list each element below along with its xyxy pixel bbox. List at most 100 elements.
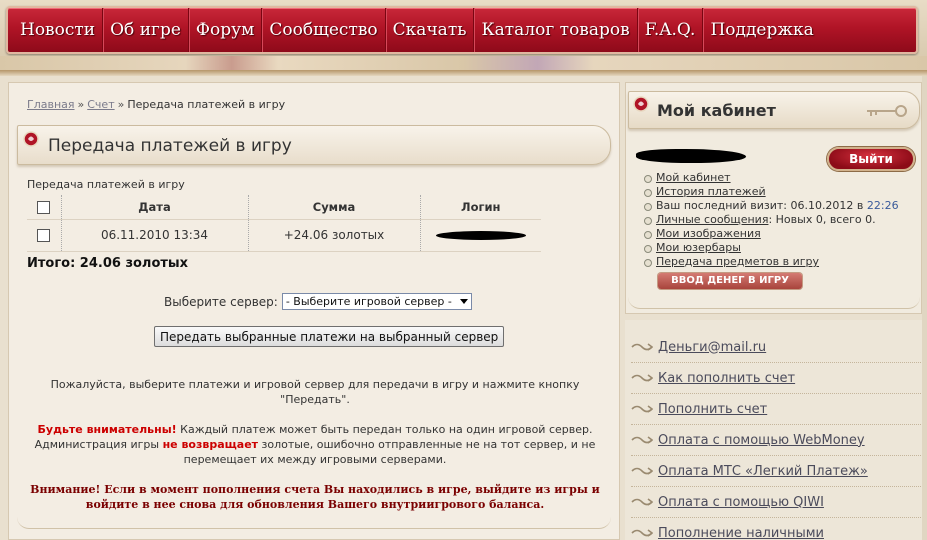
- page-title-plate: Передача платежей в игру: [17, 125, 611, 165]
- list-item: Ваш последний визит: 06.10.2012 в 22:26: [644, 199, 899, 213]
- instruction-text: Пожалуйста, выберите платежи и игровой с…: [50, 378, 580, 406]
- items-transfer-link[interactable]: Передача предметов в игру: [656, 255, 819, 268]
- list-item: Личные сообщения: Новых 0, всего 0.: [644, 213, 899, 227]
- row-amount: +24.06 золотых: [247, 219, 420, 252]
- list-item: Мои юзербары: [644, 241, 899, 255]
- warning-text: Будьте внимательны! Каждый платеж может …: [27, 422, 603, 467]
- breadcrumb-current: Передача платежей в игру: [127, 98, 286, 111]
- nav-item-forum[interactable]: Форум: [189, 8, 263, 52]
- payment-link-webmoney[interactable]: Оплата с помощью WebMoney: [631, 425, 921, 456]
- row-date: 06.11.2010 13:34: [60, 219, 248, 252]
- messages-counts: : Новых 0, всего 0.: [768, 213, 876, 226]
- main-nav: Новости Об игре Форум Сообщество Скачать…: [6, 6, 918, 54]
- payment-link-cash[interactable]: Пополнение наличными: [631, 518, 921, 540]
- server-select[interactable]: - Выберите игровой сервер -: [281, 293, 472, 310]
- column-header-login: Логин: [419, 195, 541, 220]
- nav-item-support[interactable]: Поддержка: [703, 8, 820, 52]
- cabinet-title: Мой кабинет: [657, 101, 776, 120]
- payment-link-how-to[interactable]: Как пополнить счет: [631, 363, 921, 394]
- my-cabinet-link[interactable]: Мой кабинет: [656, 171, 731, 184]
- arrow-right-icon: [631, 467, 653, 475]
- nav-item-about[interactable]: Об игре: [103, 8, 189, 52]
- server-select-value: - Выберите игровой сервер -: [285, 295, 452, 308]
- payment-link-label: Оплата МТС «Легкий Платеж»: [658, 463, 868, 479]
- my-images-link[interactable]: Мои изображения: [656, 227, 761, 240]
- arrow-right-icon: [631, 436, 653, 444]
- last-visit-label: Ваш последний визит: 06.10.2012 в: [656, 199, 867, 212]
- nav-item-download[interactable]: Скачать: [386, 8, 475, 52]
- payment-link-label: Пополнить счет: [658, 401, 768, 417]
- redacted-login: [435, 231, 526, 240]
- list-item: Передача предметов в игру: [644, 255, 899, 269]
- my-cabinet-panel: Мой кабинет Выйти Мой кабинет История пл…: [625, 82, 922, 314]
- notice-text: Внимание! Если в момент пополнения счета…: [27, 482, 603, 512]
- arrow-right-icon: [631, 343, 653, 351]
- arrow-right-icon: [631, 529, 653, 537]
- panel-bottom-edge: [628, 295, 920, 309]
- warning-emphasis: не возвращает: [162, 438, 259, 451]
- breadcrumb-separator: »: [117, 98, 125, 111]
- breadcrumb: Главная» Счет» Передача платежей в игру: [27, 98, 285, 111]
- page-right-border: [922, 76, 927, 540]
- column-header-amount: Сумма: [247, 195, 420, 220]
- row-login: [419, 219, 541, 252]
- warning-lead: Будьте внимательны!: [37, 423, 177, 436]
- payment-links-panel: Деньги@mail.ru Как пополнить счет Пополн…: [625, 320, 922, 540]
- key-icon: [867, 105, 907, 117]
- payment-link-mts[interactable]: Оплата МТС «Легкий Платеж»: [631, 456, 921, 487]
- page-title: Передача платежей в игру: [48, 136, 292, 156]
- payments-table: Дата Сумма Логин 06.11.2010 13:34 +24.06…: [27, 195, 541, 252]
- arrow-right-icon: [631, 498, 653, 506]
- total-amount: Итого: 24.06 золотых: [27, 256, 189, 271]
- breadcrumb-separator: »: [77, 98, 85, 111]
- server-select-row: Выберите сервер: - Выберите игровой серв…: [164, 293, 472, 310]
- list-item: Мои изображения: [644, 227, 899, 241]
- select-all-cell: [27, 195, 61, 220]
- messages-link[interactable]: Личные сообщения: [656, 213, 768, 226]
- my-userbars-link[interactable]: Мои юзербары: [656, 241, 741, 254]
- nav-item-news[interactable]: Новости: [8, 8, 104, 52]
- column-header-date: Дата: [60, 195, 248, 220]
- header: Новости Об игре Форум Сообщество Скачать…: [0, 0, 927, 62]
- cabinet-title-plate: Мой кабинет: [628, 91, 920, 129]
- nav-item-faq[interactable]: F.A.Q.: [638, 8, 704, 52]
- list-item: История платежей: [644, 185, 899, 199]
- row-select-cell: [27, 219, 61, 252]
- logout-button[interactable]: Выйти: [827, 147, 915, 171]
- arrow-right-icon: [631, 405, 653, 413]
- table-header-row: Дата Сумма Логин: [27, 195, 541, 220]
- cabinet-links: Мой кабинет История платежей Ваш последн…: [644, 171, 899, 269]
- nav-item-community[interactable]: Сообщество: [262, 8, 386, 52]
- last-visit-time: 22:26: [866, 199, 899, 212]
- deposit-money-button[interactable]: ВВОД ДЕНЕГ В ИГРУ: [658, 273, 802, 289]
- crest-icon: [23, 131, 39, 147]
- section-caption: Передача платежей в игру: [27, 178, 185, 191]
- breadcrumb-account-link[interactable]: Счет: [87, 98, 114, 111]
- notice-message: Внимание! Если в момент пополнения счета…: [30, 483, 600, 511]
- decorative-banner-strip: [0, 56, 927, 70]
- crest-icon: [633, 96, 649, 112]
- breadcrumb-home-link[interactable]: Главная: [27, 98, 75, 111]
- list-item: Мой кабинет: [644, 171, 899, 185]
- transfer-payments-button[interactable]: Передать выбранные платежи на выбранный …: [154, 326, 505, 347]
- panel-bottom-edge: [17, 517, 611, 529]
- table-row: 06.11.2010 13:34 +24.06 золотых: [27, 219, 541, 252]
- payment-history-link[interactable]: История платежей: [656, 185, 766, 198]
- payment-link-label: Как пополнить счет: [658, 370, 796, 386]
- row-checkbox[interactable]: [37, 229, 51, 242]
- payment-link-mailru[interactable]: Деньги@mail.ru: [631, 332, 921, 363]
- arrow-right-icon: [631, 374, 653, 382]
- payment-link-label: Оплата с помощью WebMoney: [658, 432, 865, 448]
- chevron-down-icon: [459, 299, 468, 304]
- select-all-checkbox[interactable]: [37, 200, 51, 214]
- payment-link-label: Оплата с помощью QIWI: [658, 494, 824, 510]
- decorative-divider: [0, 70, 927, 76]
- payment-link-top-up[interactable]: Пополнить счет: [631, 394, 921, 425]
- payment-link-label: Деньги@mail.ru: [658, 339, 767, 355]
- server-select-label: Выберите сервер:: [164, 294, 278, 309]
- nav-item-catalog[interactable]: Каталог товаров: [474, 8, 638, 52]
- payment-link-label: Пополнение наличными: [658, 525, 824, 540]
- payment-link-qiwi[interactable]: Оплата с помощью QIWI: [631, 487, 921, 518]
- main-content: Главная» Счет» Передача платежей в игру Пе…: [8, 82, 620, 540]
- redacted-username: [636, 149, 746, 163]
